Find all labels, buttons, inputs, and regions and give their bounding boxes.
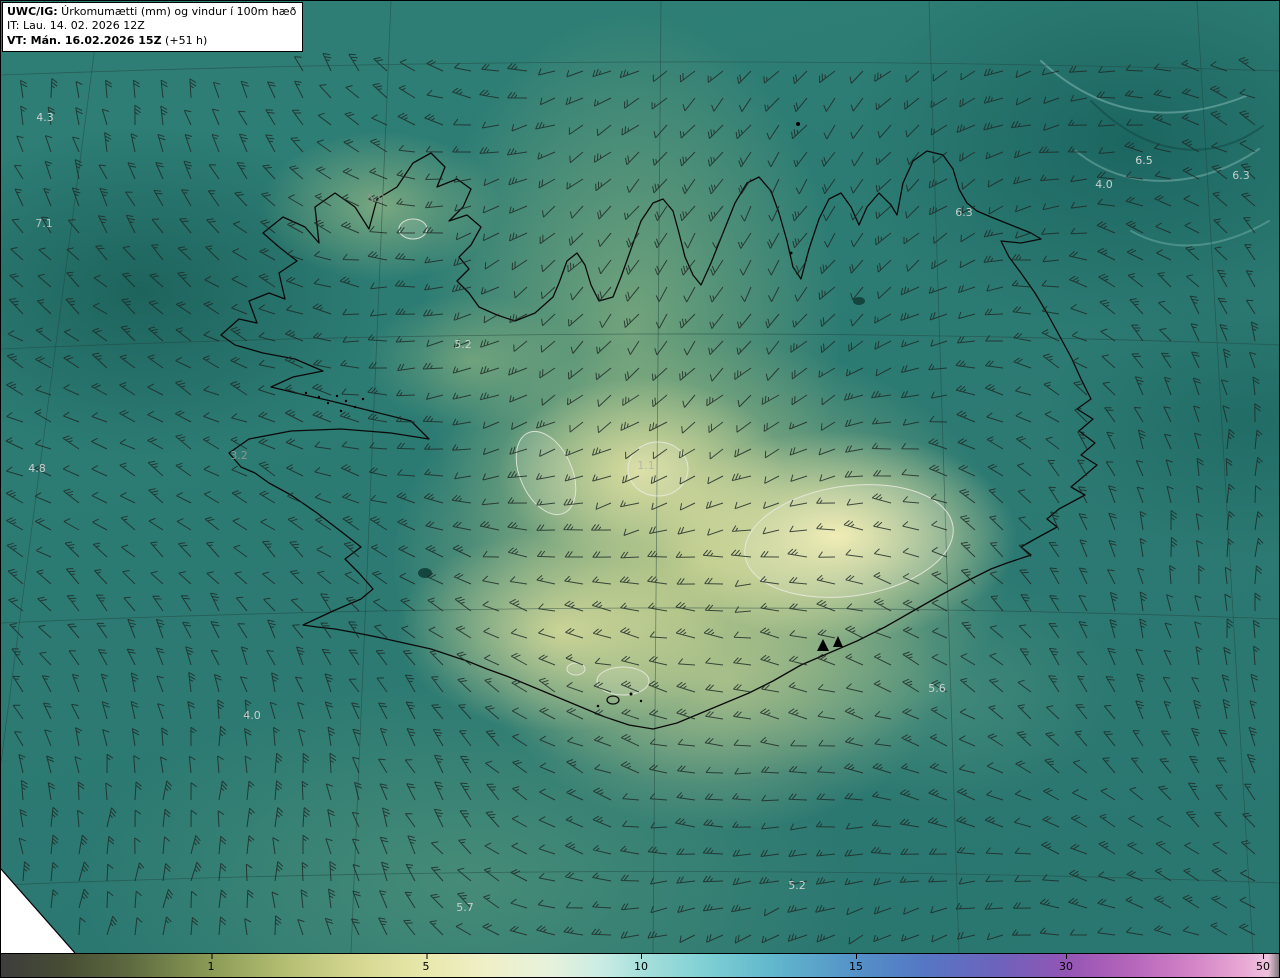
map-value-label: 3.2 [230, 449, 248, 462]
islet-dot [317, 395, 321, 399]
map-value-label: 4.0 [1095, 178, 1113, 191]
islet-dot [361, 397, 365, 401]
map-value-label: 5.0 [367, 192, 385, 205]
map-value-label: 5.6 [928, 682, 946, 695]
glacier-myrdalsjokull [596, 666, 650, 696]
island-grimsey [796, 122, 800, 126]
island-dot [639, 699, 643, 703]
map-value-label: 6.3 [955, 206, 973, 219]
colorbar-tick-label: 50 [1256, 954, 1270, 977]
islet-dot [326, 401, 330, 405]
islet-dot [344, 399, 348, 403]
colorbar-tick-label: 15 [849, 954, 863, 977]
colorbar: 1 5 10 15 30 50 [1, 953, 1279, 977]
lead-time: (+51 h) [161, 33, 208, 47]
map-value-label: 5.2 [454, 338, 472, 351]
value-labels-layer: 4.3 7.1 5.0 6.3 4.0 6.5 6.3 5.2 3.2 4.8 1.1 4.0 5.6 5… [28, 111, 1250, 914]
init-time-line: IT: Lau. 14. 02. 2026 12Z [7, 19, 145, 33]
island-hrisey [789, 251, 793, 255]
map-value-label: 5.7 [456, 901, 474, 914]
weather-map-page: 4.3 7.1 5.0 6.3 4.0 6.5 6.3 5.2 3.2 4.8 1.1 4.0 5.6 5… [0, 0, 1280, 978]
glacier-vatnajokull [744, 484, 954, 598]
colorbar-tick-label: 1 [208, 954, 215, 977]
map-value-label: 6.3 [1232, 169, 1250, 182]
colorbar-tick-label: 5 [423, 954, 430, 977]
parameter-title: Úrkomumætti (mm) og vindur í 100m hæð [57, 5, 297, 18]
island-heimaey [606, 695, 620, 705]
header-box: UWC/IG: Úrkomumætti (mm) og vindur í 100… [2, 2, 304, 52]
islet-dot [304, 391, 308, 395]
map-value-label: 1.1 [637, 459, 655, 472]
islet-dot [353, 405, 357, 409]
map-corner-wedge [1, 868, 76, 953]
island-dot [596, 704, 600, 708]
map-value-label: 4.8 [28, 462, 46, 475]
island-dot [629, 692, 633, 696]
map-value-label: 4.3 [36, 111, 54, 124]
islands [304, 122, 800, 708]
wind-barbs [5, 52, 1264, 945]
islet-dot [339, 409, 343, 413]
map-value-label: 6.5 [1135, 154, 1153, 167]
map-overlay: 4.3 7.1 5.0 6.3 4.0 6.5 6.3 5.2 3.2 4.8 1.1 4.0 5.6 5… [1, 1, 1279, 953]
map-value-label: 4.0 [243, 709, 261, 722]
header-title-line: UWC/IG: Úrkomumætti (mm) og vindur í 100… [7, 5, 296, 19]
colorbar-tick-label: 30 [1059, 954, 1073, 977]
lake-myvatn [853, 297, 865, 305]
map-value-label: 5.2 [788, 879, 806, 892]
valid-time: VT: Mán. 16.02.2026 15Z [7, 33, 162, 47]
glacier-langjokull [515, 430, 577, 516]
wind-barbs-layer [5, 52, 1264, 945]
field-swirls [1040, 60, 1270, 247]
valid-time-line: VT: Mán. 16.02.2026 15Z (+51 h) [7, 34, 296, 48]
lake-thingvallavatn [418, 568, 432, 578]
map-value-label: 7.1 [35, 217, 53, 230]
islet-dot [335, 394, 339, 398]
colorbar-tick-label: 10 [634, 954, 648, 977]
model-name: UWC/IG: [7, 5, 58, 18]
